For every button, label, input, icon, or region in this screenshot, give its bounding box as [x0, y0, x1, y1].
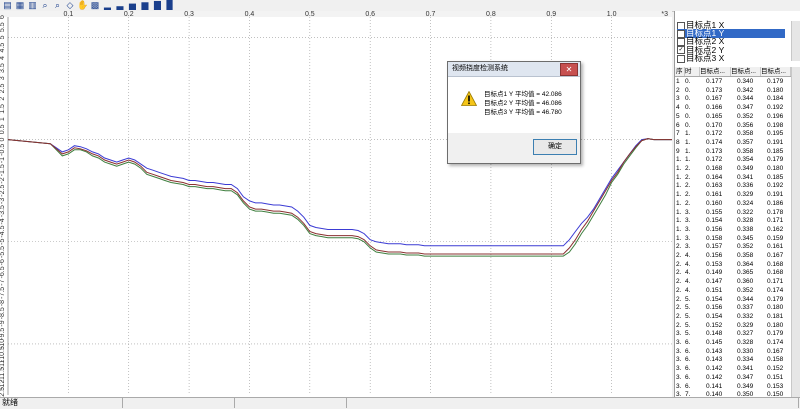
x-tick-label: 0.1	[63, 11, 73, 18]
dialog-line-1: 目标点1 Y 平均值 = 42.086	[484, 91, 562, 98]
status-text: 就绪	[2, 398, 123, 408]
y-tick-label: 1	[0, 117, 6, 121]
x-tick-label: 0.8	[486, 11, 496, 18]
pan-icon[interactable]: ✋	[77, 0, 88, 10]
chart-type-3-icon[interactable]: ▅	[127, 0, 138, 10]
y-tick-label: -3	[0, 198, 6, 204]
table-cell: 0.140	[706, 391, 723, 397]
dialog-title-bar[interactable]: 视频挠度检测系统 ✕	[448, 62, 580, 77]
status-segment	[124, 398, 235, 408]
y-tick-label: -4	[0, 218, 6, 224]
table-header-cell[interactable]: 时	[685, 67, 700, 76]
table-cell: 0.350	[737, 391, 754, 397]
table-row[interactable]: 3. 7. 0.140 0.350 0.150	[675, 390, 791, 397]
dialog-close-button[interactable]: ✕	[560, 63, 578, 76]
y-tick-label: 0	[0, 138, 6, 142]
dialog-ok-button[interactable]: 确定	[533, 139, 577, 155]
table-header: 序时目标点... 目标点... 目标点...	[675, 67, 791, 77]
table-header-cell[interactable]: 目标点...	[761, 67, 791, 76]
chart-type-2-icon[interactable]: ▃	[115, 0, 126, 10]
x-tick-label: 0.5	[305, 11, 315, 18]
series-checkbox[interactable]	[677, 54, 685, 63]
pointer-icon[interactable]: ◇	[65, 0, 76, 10]
y-tick-label: 2.5	[0, 84, 6, 94]
y-tick-label: -8	[0, 300, 6, 306]
y-tick-label: 5	[0, 35, 6, 39]
table-header-cell[interactable]: 目标点...	[731, 67, 761, 76]
y-tick-label: -8.5	[0, 307, 6, 319]
x-tick-label: 0.6	[365, 11, 375, 18]
series-list[interactable]: 目标点1 X ✓ 目标点1 Y 目标点2 X ✓ 目标点2 Y 目标点3 X	[675, 21, 789, 63]
y-tick-label: -6.5	[0, 266, 6, 278]
data-table: 序时目标点... 目标点... 目标点... 1 0. 0.177 0.340 0.179 2…	[675, 67, 791, 397]
chart-type-1-icon[interactable]: ▂	[102, 0, 113, 10]
y-tick-label: 3	[0, 76, 6, 80]
table-header-cell[interactable]: 目标点...	[700, 67, 731, 76]
dialog-line-3: 目标点3 Y 平均值 = 46.780	[484, 109, 562, 116]
series-label: 目标点3 X	[686, 52, 725, 63]
table-cell: 0.150	[767, 391, 784, 397]
y-tick-label: -2	[0, 177, 6, 183]
series-item[interactable]: 目标点3 X	[677, 52, 725, 63]
chart-type-4-icon[interactable]: ▆	[140, 0, 151, 10]
chart-type-6-icon[interactable]: ▉	[165, 0, 176, 10]
status-segment	[348, 398, 799, 408]
print-icon[interactable]: ▥	[27, 0, 38, 10]
y-tick-label: -5	[0, 239, 6, 245]
save-icon[interactable]: ▦	[15, 0, 26, 10]
series-list-scrollbar[interactable]	[791, 21, 800, 61]
grid-icon[interactable]: ▩	[90, 0, 101, 10]
table-cell: 7.	[685, 391, 691, 397]
zoom-out-icon[interactable]: ⌕	[52, 0, 63, 10]
y-tick-label: -6	[0, 259, 6, 265]
y-tick-label: 2	[0, 97, 6, 101]
x-tick-label: 0.4	[245, 11, 255, 18]
zoom-in-icon[interactable]: ⌕	[40, 0, 51, 10]
y-tick-label: -2.5	[0, 185, 6, 197]
y-tick-label: 4	[0, 56, 6, 60]
x-tick-label: 0.3	[184, 11, 194, 18]
y-tick-label: -9.5	[0, 328, 6, 340]
x-end-label: *3	[661, 11, 668, 18]
warning-icon	[461, 91, 477, 106]
x-axis-ruler	[0, 11, 672, 17]
status-segment	[236, 398, 347, 408]
y-tick-label: 5.5	[0, 22, 6, 32]
y-tick-label: -1.5	[0, 164, 6, 176]
y-tick-label: 1.5	[0, 104, 6, 114]
y-tick-label: 4.5	[0, 43, 6, 53]
status-bar: 就绪	[0, 397, 800, 409]
table-header-cell[interactable]: 序	[676, 67, 685, 76]
y-tick-label: -9	[0, 320, 6, 326]
y-tick-label: -4.5	[0, 225, 6, 237]
side-panel: 目标点1 X ✓ 目标点1 Y 目标点2 X ✓ 目标点2 Y 目标点3 X 序时目标点..…	[674, 11, 800, 397]
y-tick-label: 3.5	[0, 63, 6, 73]
dialog-body: 目标点1 Y 平均值 = 42.086 目标点2 Y 平均值 = 46.086 …	[448, 77, 580, 133]
y-tick-label: 0.5	[0, 124, 6, 134]
y-tick-label: 6	[0, 15, 6, 19]
x-tick-label: 0.7	[426, 11, 436, 18]
x-tick-label: 0.2	[124, 11, 134, 18]
average-dialog: 视频挠度检测系统 ✕ 目标点1 Y 平均值 = 42.086 目标点2 Y 平均…	[447, 61, 581, 164]
y-tick-label: -7	[0, 279, 6, 285]
chart-type-5-icon[interactable]: ▇	[152, 0, 163, 10]
table-scrollbar[interactable]	[791, 67, 800, 397]
y-tick-label: -12.5	[0, 387, 6, 397]
dialog-line-2: 目标点2 Y 平均值 = 46.086	[484, 100, 562, 107]
y-tick-label: -5.5	[0, 246, 6, 258]
dialog-title: 视频挠度检测系统	[452, 65, 508, 72]
table-cell: 3.	[676, 391, 682, 397]
x-tick-label: 1.0	[607, 11, 617, 18]
y-tick-label: -0.5	[0, 144, 6, 156]
open-icon[interactable]: ▤	[2, 0, 13, 10]
y-tick-label: -3.5	[0, 205, 6, 217]
y-tick-label: -7.5	[0, 287, 6, 299]
x-tick-label: 0.9	[546, 11, 556, 18]
y-tick-label: -1	[0, 157, 6, 163]
